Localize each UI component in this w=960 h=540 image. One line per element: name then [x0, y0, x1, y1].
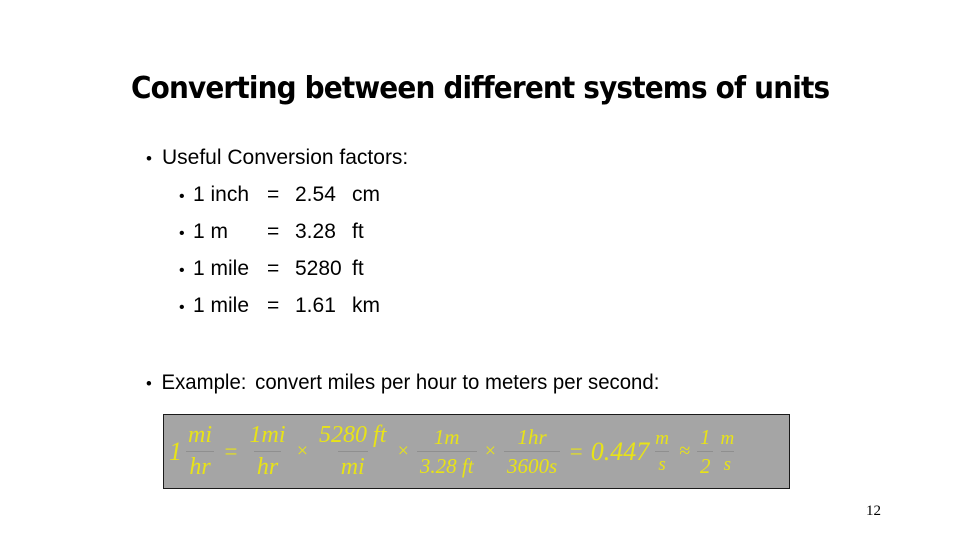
equation-factor-4: 1hr 3600s	[502, 425, 562, 477]
equation-approx-coefficient: 1 2	[695, 425, 716, 477]
bullet-dot-icon: •	[179, 225, 185, 242]
bullet-dot-icon: •	[179, 188, 185, 205]
bullet-dot-icon: •	[146, 149, 152, 168]
equation-factor-numerator: 1mi	[249, 422, 286, 449]
conversion-equals: =	[267, 183, 280, 206]
equation-lhs-numerator: mi	[188, 422, 212, 449]
conversion-equals: =	[267, 220, 280, 243]
equation-result-value: 0.447	[590, 436, 650, 466]
equation-factor-numerator: 1m	[433, 425, 460, 450]
equation-lhs-denominator: hr	[186, 450, 214, 480]
body-content: • Useful Conversion factors: • 1 inch = …	[146, 141, 408, 325]
equation-approx-unit: m s	[715, 427, 739, 475]
equation-factor-numerator: 1hr	[517, 425, 547, 450]
conversion-quantity: 1 inch	[193, 183, 250, 206]
equation-factor-denominator: 3.28 ft	[416, 450, 477, 477]
equation-result-unit: m s	[650, 427, 674, 475]
equation-approx-denominator: 2	[696, 450, 714, 477]
equation-factor-1: 1mi hr	[245, 422, 291, 480]
equation-approx-unit-denominator: s	[720, 450, 735, 475]
equation-approx-sign: ≈	[679, 440, 690, 462]
conversion-value: 3.28	[295, 220, 336, 243]
equation-lhs-fraction: mi hr	[183, 423, 217, 479]
equation-factor-2: 5280 ft mi	[314, 422, 391, 480]
slide-canvas: Converting between different systems of …	[0, 0, 960, 540]
equation-lead-coefficient: 1	[169, 436, 182, 466]
bullet-example: • Example: convert miles per hour to met…	[146, 368, 659, 399]
list-item: • 1 inch = 2.54 cm	[146, 177, 408, 214]
equation-multiply-sign: ×	[483, 440, 498, 462]
conversion-list: • 1 inch = 2.54 cm • 1 m = 3.28 ft • 1 m…	[146, 177, 408, 325]
equation-factor-denominator: hr	[253, 450, 282, 480]
conversion-quantity: 1 mile	[193, 257, 250, 280]
example-text: convert miles per hour to meters per sec…	[255, 371, 660, 394]
equation-result-unit-numerator: m	[655, 427, 669, 449]
slide-number: 12	[866, 503, 881, 519]
bullet-dot-icon: •	[179, 262, 185, 279]
bullet-dot-icon: •	[146, 374, 152, 393]
equation-approx-unit-numerator: m	[720, 427, 735, 449]
bullet-label: Useful Conversion factors:	[162, 146, 409, 169]
example-label: Example:	[161, 371, 247, 394]
equation-equals-sign: =	[223, 438, 239, 464]
conversion-value: 1.61	[295, 294, 336, 317]
equation-factor-denominator: 3600s	[504, 450, 561, 477]
equation-factor-numerator: 5280 ft	[319, 422, 387, 449]
conversion-unit: ft	[352, 220, 364, 243]
list-item: • 1 m = 3.28 ft	[146, 214, 408, 251]
equation-factor-3: 1m 3.28 ft	[415, 425, 479, 477]
conversion-unit: cm	[352, 183, 380, 206]
conversion-quantity: 1 m	[193, 220, 229, 243]
conversion-value: 5280	[295, 257, 342, 280]
equation-result-unit-denominator: s	[655, 450, 669, 475]
bullet-dot-icon: •	[179, 299, 185, 316]
equation-image: 1 mi hr = 1mi hr × 5280 ft mi × 1m 3.28 …	[163, 414, 790, 489]
equation-factor-denominator: mi	[337, 450, 368, 480]
equation-multiply-sign: ×	[295, 440, 310, 462]
conversion-equals: =	[267, 294, 280, 317]
conversion-value: 2.54	[295, 183, 336, 206]
equation-content: 1 mi hr = 1mi hr × 5280 ft mi × 1m 3.28 …	[164, 415, 789, 488]
conversion-unit: km	[352, 294, 380, 317]
bullet-useful-conversion-factors: • Useful Conversion factors:	[146, 141, 408, 176]
conversion-equals: =	[267, 257, 280, 280]
conversion-unit: ft	[352, 257, 364, 280]
equation-multiply-sign: ×	[396, 440, 410, 462]
equation-result-equals-sign: =	[568, 438, 584, 464]
list-item: • 1 mile = 1.61 km	[146, 288, 408, 325]
list-item: • 1 mile = 5280 ft	[146, 251, 408, 288]
page-title: Converting between different systems of …	[131, 71, 830, 106]
equation-approx-numerator: 1	[699, 425, 711, 450]
conversion-quantity: 1 mile	[193, 294, 250, 317]
